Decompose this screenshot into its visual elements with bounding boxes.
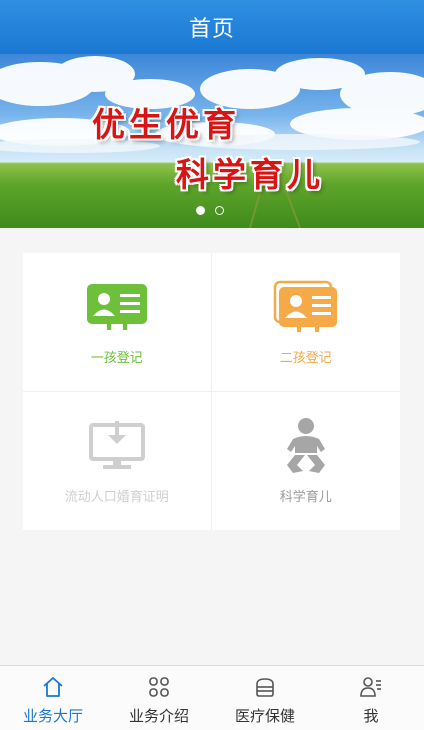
tab-healthcare[interactable]: 医疗保健 [212,666,318,730]
banner-slogan-line2: 科学育儿 [176,155,324,194]
grid-item-label: 二孩登记 [279,351,332,367]
tab-business-hall[interactable]: 业务大厅 [0,666,106,730]
carousel-dot-active[interactable] [196,206,205,215]
grid-item-migrant-marriage-certificate[interactable]: 流动人口婚育证明 [23,391,212,530]
baby-icon [273,416,339,476]
grid-item-parenting[interactable]: 科学育儿 [212,392,401,531]
grid-item-label: 流动人口婚育证明 [64,490,169,506]
grid-item-first-child-registration[interactable]: 一孩登记 [23,253,212,392]
app-header: 首页 [0,0,424,54]
banner-slogan-line1: 优生优育 [92,105,240,144]
banner-carousel[interactable]: 优生优育 科学育儿 [0,54,424,228]
service-grid: 一孩登记 二孩登记 流动人口婚育证明 科学育儿 [23,253,400,530]
tab-me[interactable]: 我 [318,666,424,730]
tab-label: 医疗保健 [234,707,295,725]
carousel-dot[interactable] [215,206,224,215]
tab-label: 我 [363,707,379,725]
tab-label: 业务介绍 [128,707,189,725]
stacked-id-card-icon [273,277,339,337]
tab-business-intro[interactable]: 业务介绍 [106,666,212,730]
bottom-tab-bar: 业务大厅 业务介绍 医疗保健 我 [0,665,424,730]
grid-item-label: 科学育儿 [279,490,332,506]
grid-item-second-child-registration[interactable]: 二孩登记 [211,253,400,392]
medicine-box-icon [252,674,278,700]
tab-label: 业务大厅 [22,707,83,725]
grid-icon [146,674,172,700]
grid-item-label: 一孩登记 [90,351,143,367]
home-icon [40,674,66,700]
monitor-download-icon [84,416,150,476]
carousel-indicator [196,206,224,215]
page-title: 首页 [188,17,235,42]
id-card-icon [84,277,150,337]
profile-icon [358,674,384,700]
